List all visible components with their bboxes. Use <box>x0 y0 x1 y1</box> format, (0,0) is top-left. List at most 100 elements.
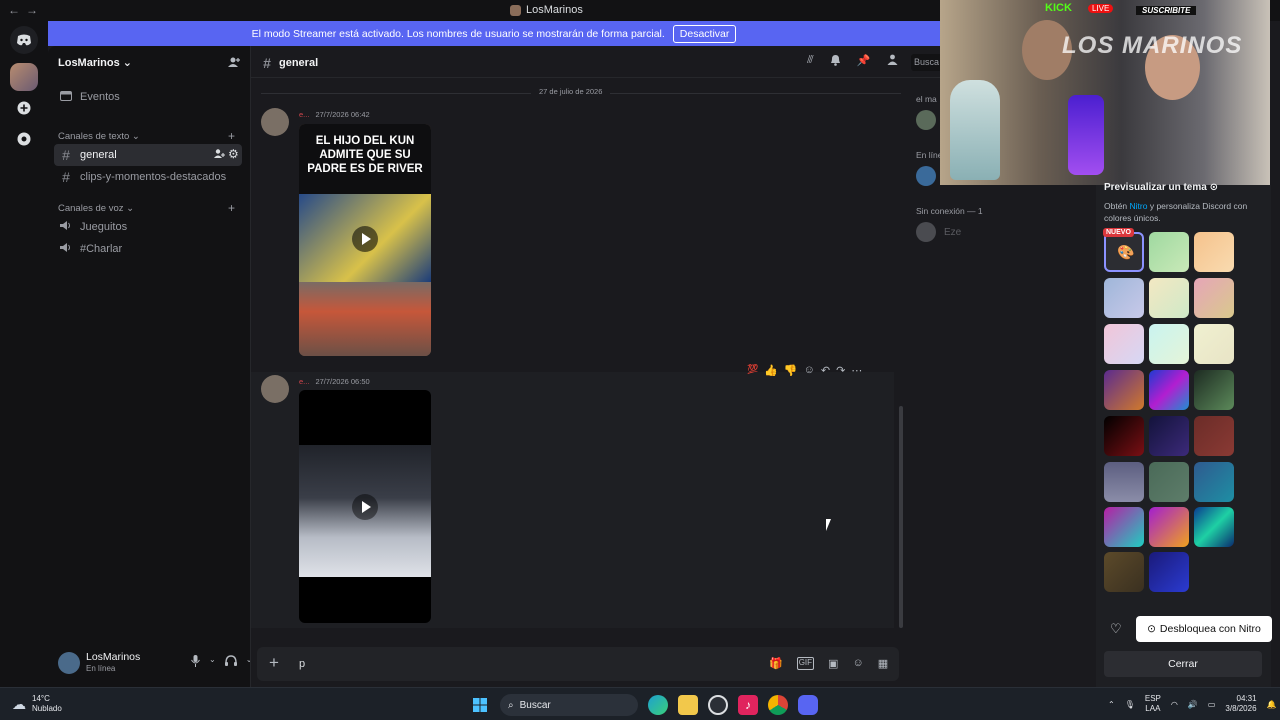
channel-item-clips[interactable]: # clips-y-momentos-destacados <box>54 166 242 188</box>
message-author[interactable]: e... <box>299 377 309 386</box>
theme-swatch[interactable] <box>1149 278 1189 318</box>
taskbar-search[interactable]: ⌕ Buscar <box>500 694 638 716</box>
scrollbar[interactable] <box>899 406 903 628</box>
language-indicator[interactable]: ESP LAA <box>1145 694 1161 714</box>
nav-buttons[interactable]: ←→ <box>8 3 44 17</box>
theme-swatch[interactable] <box>1104 552 1144 592</box>
message-author[interactable]: e... <box>299 110 309 119</box>
thumbs-up-icon[interactable]: 👍 <box>764 364 778 377</box>
theme-swatch[interactable] <box>1104 507 1144 547</box>
more-icon[interactable]: ⋯ <box>851 364 862 377</box>
server-losmarinos-icon[interactable] <box>10 63 38 91</box>
discover-icon[interactable] <box>10 125 38 153</box>
theme-swatch-custom[interactable]: NUEVO 🎨 <box>1103 228 1144 272</box>
avatar[interactable] <box>261 108 289 136</box>
theme-swatch[interactable] <box>1149 232 1189 272</box>
play-icon[interactable] <box>352 494 378 520</box>
forward-icon[interactable]: → <box>26 3 44 17</box>
apps-icon[interactable]: ▦ <box>878 657 888 670</box>
theme-swatch[interactable] <box>1149 462 1189 502</box>
text-channels-category[interactable]: Canales de texto ⌄ <box>58 131 140 142</box>
play-icon[interactable] <box>352 226 378 252</box>
theme-swatch[interactable] <box>1149 552 1189 592</box>
avatar[interactable] <box>916 166 936 186</box>
gift-icon[interactable]: 🎁 <box>769 657 783 670</box>
theme-swatch[interactable] <box>1194 232 1234 272</box>
forward-icon[interactable]: ↷ <box>836 364 845 377</box>
add-server-icon[interactable] <box>10 94 38 122</box>
video-attachment[interactable] <box>299 390 431 623</box>
theme-swatch[interactable] <box>1194 324 1234 364</box>
close-button[interactable]: Cerrar <box>1104 651 1262 677</box>
server-name[interactable]: LosMarinos ⌄ <box>58 56 132 69</box>
weather-widget[interactable]: ☁ 14°C Nublado <box>12 694 62 714</box>
chevron-up-icon[interactable]: ⌃ <box>1108 700 1115 709</box>
nitro-link[interactable]: Nitro <box>1130 201 1148 211</box>
theme-swatch[interactable] <box>1194 370 1234 410</box>
windows-start-icon[interactable] <box>470 695 490 715</box>
theme-swatch[interactable] <box>1194 507 1234 547</box>
sticker-icon[interactable]: ▣ <box>828 657 838 670</box>
message-composer[interactable]: + p 🎁 GIF ▣ ☺ ▦ <box>257 647 899 681</box>
channel-item-general[interactable]: # general ⚙ <box>54 144 242 166</box>
mic-tray-icon[interactable]: 🎙 <box>1125 700 1135 709</box>
discord-home-icon[interactable] <box>10 26 38 54</box>
invite-icon[interactable] <box>228 56 240 71</box>
avatar[interactable] <box>58 652 80 674</box>
video-attachment[interactable]: EL HIJO DEL KUN ADMITE QUE SU PADRE ES D… <box>299 124 431 356</box>
message-input[interactable]: p <box>299 658 305 670</box>
emoji-icon[interactable]: ☺ <box>852 657 863 670</box>
tiktok-icon[interactable]: ♪ <box>738 695 758 715</box>
theme-swatch[interactable] <box>1104 278 1144 318</box>
attach-plus-icon[interactable]: + <box>269 653 279 673</box>
unlock-nitro-button[interactable]: ⊙ Desbloquea con Nitro <box>1136 616 1272 642</box>
threads-icon[interactable]: ⫻ <box>807 54 814 69</box>
discord-taskbar-icon[interactable] <box>798 695 818 715</box>
avatar[interactable] <box>916 110 936 130</box>
gif-icon[interactable]: GIF <box>796 657 815 670</box>
bell-icon[interactable] <box>830 54 841 69</box>
theme-swatch[interactable] <box>1194 462 1234 502</box>
reply-icon[interactable]: ↶ <box>821 364 830 377</box>
events-item[interactable]: Eventos <box>54 86 242 108</box>
member-name[interactable]: Eze <box>944 227 961 238</box>
add-voice-channel-icon[interactable]: + <box>228 201 235 215</box>
file-explorer-icon[interactable] <box>678 695 698 715</box>
notification-bell-icon[interactable]: 🔔 <box>1267 700 1277 709</box>
theme-swatch[interactable] <box>1104 416 1144 456</box>
theme-swatch[interactable] <box>1104 324 1144 364</box>
thumbs-down-icon[interactable]: 👎 <box>784 364 798 377</box>
theme-swatch[interactable] <box>1149 370 1189 410</box>
voice-item-jueguitos[interactable]: Jueguitos <box>54 216 242 238</box>
chevron-down-icon[interactable]: ⌄ <box>209 655 216 671</box>
theme-swatch[interactable] <box>1104 462 1144 502</box>
app-icon[interactable] <box>708 695 728 715</box>
chrome-icon[interactable] <box>768 695 788 715</box>
avatar[interactable] <box>916 222 936 242</box>
deactivate-button[interactable]: Desactivar <box>672 24 737 43</box>
volume-icon[interactable]: 🔊 <box>1188 700 1198 709</box>
voice-item-charlar[interactable]: #Charlar <box>54 238 242 260</box>
avatar[interactable] <box>261 375 289 403</box>
add-reaction-icon[interactable]: ☺ <box>804 364 815 377</box>
microphone-icon[interactable] <box>191 655 200 671</box>
battery-icon[interactable]: ▭ <box>1208 700 1216 709</box>
headphones-icon[interactable] <box>224 655 237 671</box>
invite-member-icon[interactable] <box>214 148 225 162</box>
voice-channels-category[interactable]: Canales de voz ⌄ <box>58 203 134 214</box>
heart-icon[interactable]: ♡ <box>1110 621 1122 637</box>
theme-swatch[interactable] <box>1194 278 1234 318</box>
theme-swatch[interactable] <box>1149 324 1189 364</box>
theme-swatch[interactable] <box>1104 370 1144 410</box>
member-list-icon[interactable] <box>886 54 899 69</box>
wifi-icon[interactable]: ◠ <box>1171 700 1178 709</box>
theme-swatch[interactable] <box>1194 416 1234 456</box>
edge-icon[interactable] <box>648 695 668 715</box>
pin-icon[interactable]: 📌 <box>857 54 871 69</box>
reaction-100-icon[interactable]: 💯 <box>747 364 758 377</box>
theme-swatch[interactable] <box>1149 416 1189 456</box>
add-text-channel-icon[interactable]: + <box>228 129 235 143</box>
clock[interactable]: 04:31 3/8/2026 <box>1225 694 1256 714</box>
theme-swatch[interactable] <box>1149 507 1189 547</box>
gear-icon[interactable]: ⚙ <box>228 147 239 161</box>
